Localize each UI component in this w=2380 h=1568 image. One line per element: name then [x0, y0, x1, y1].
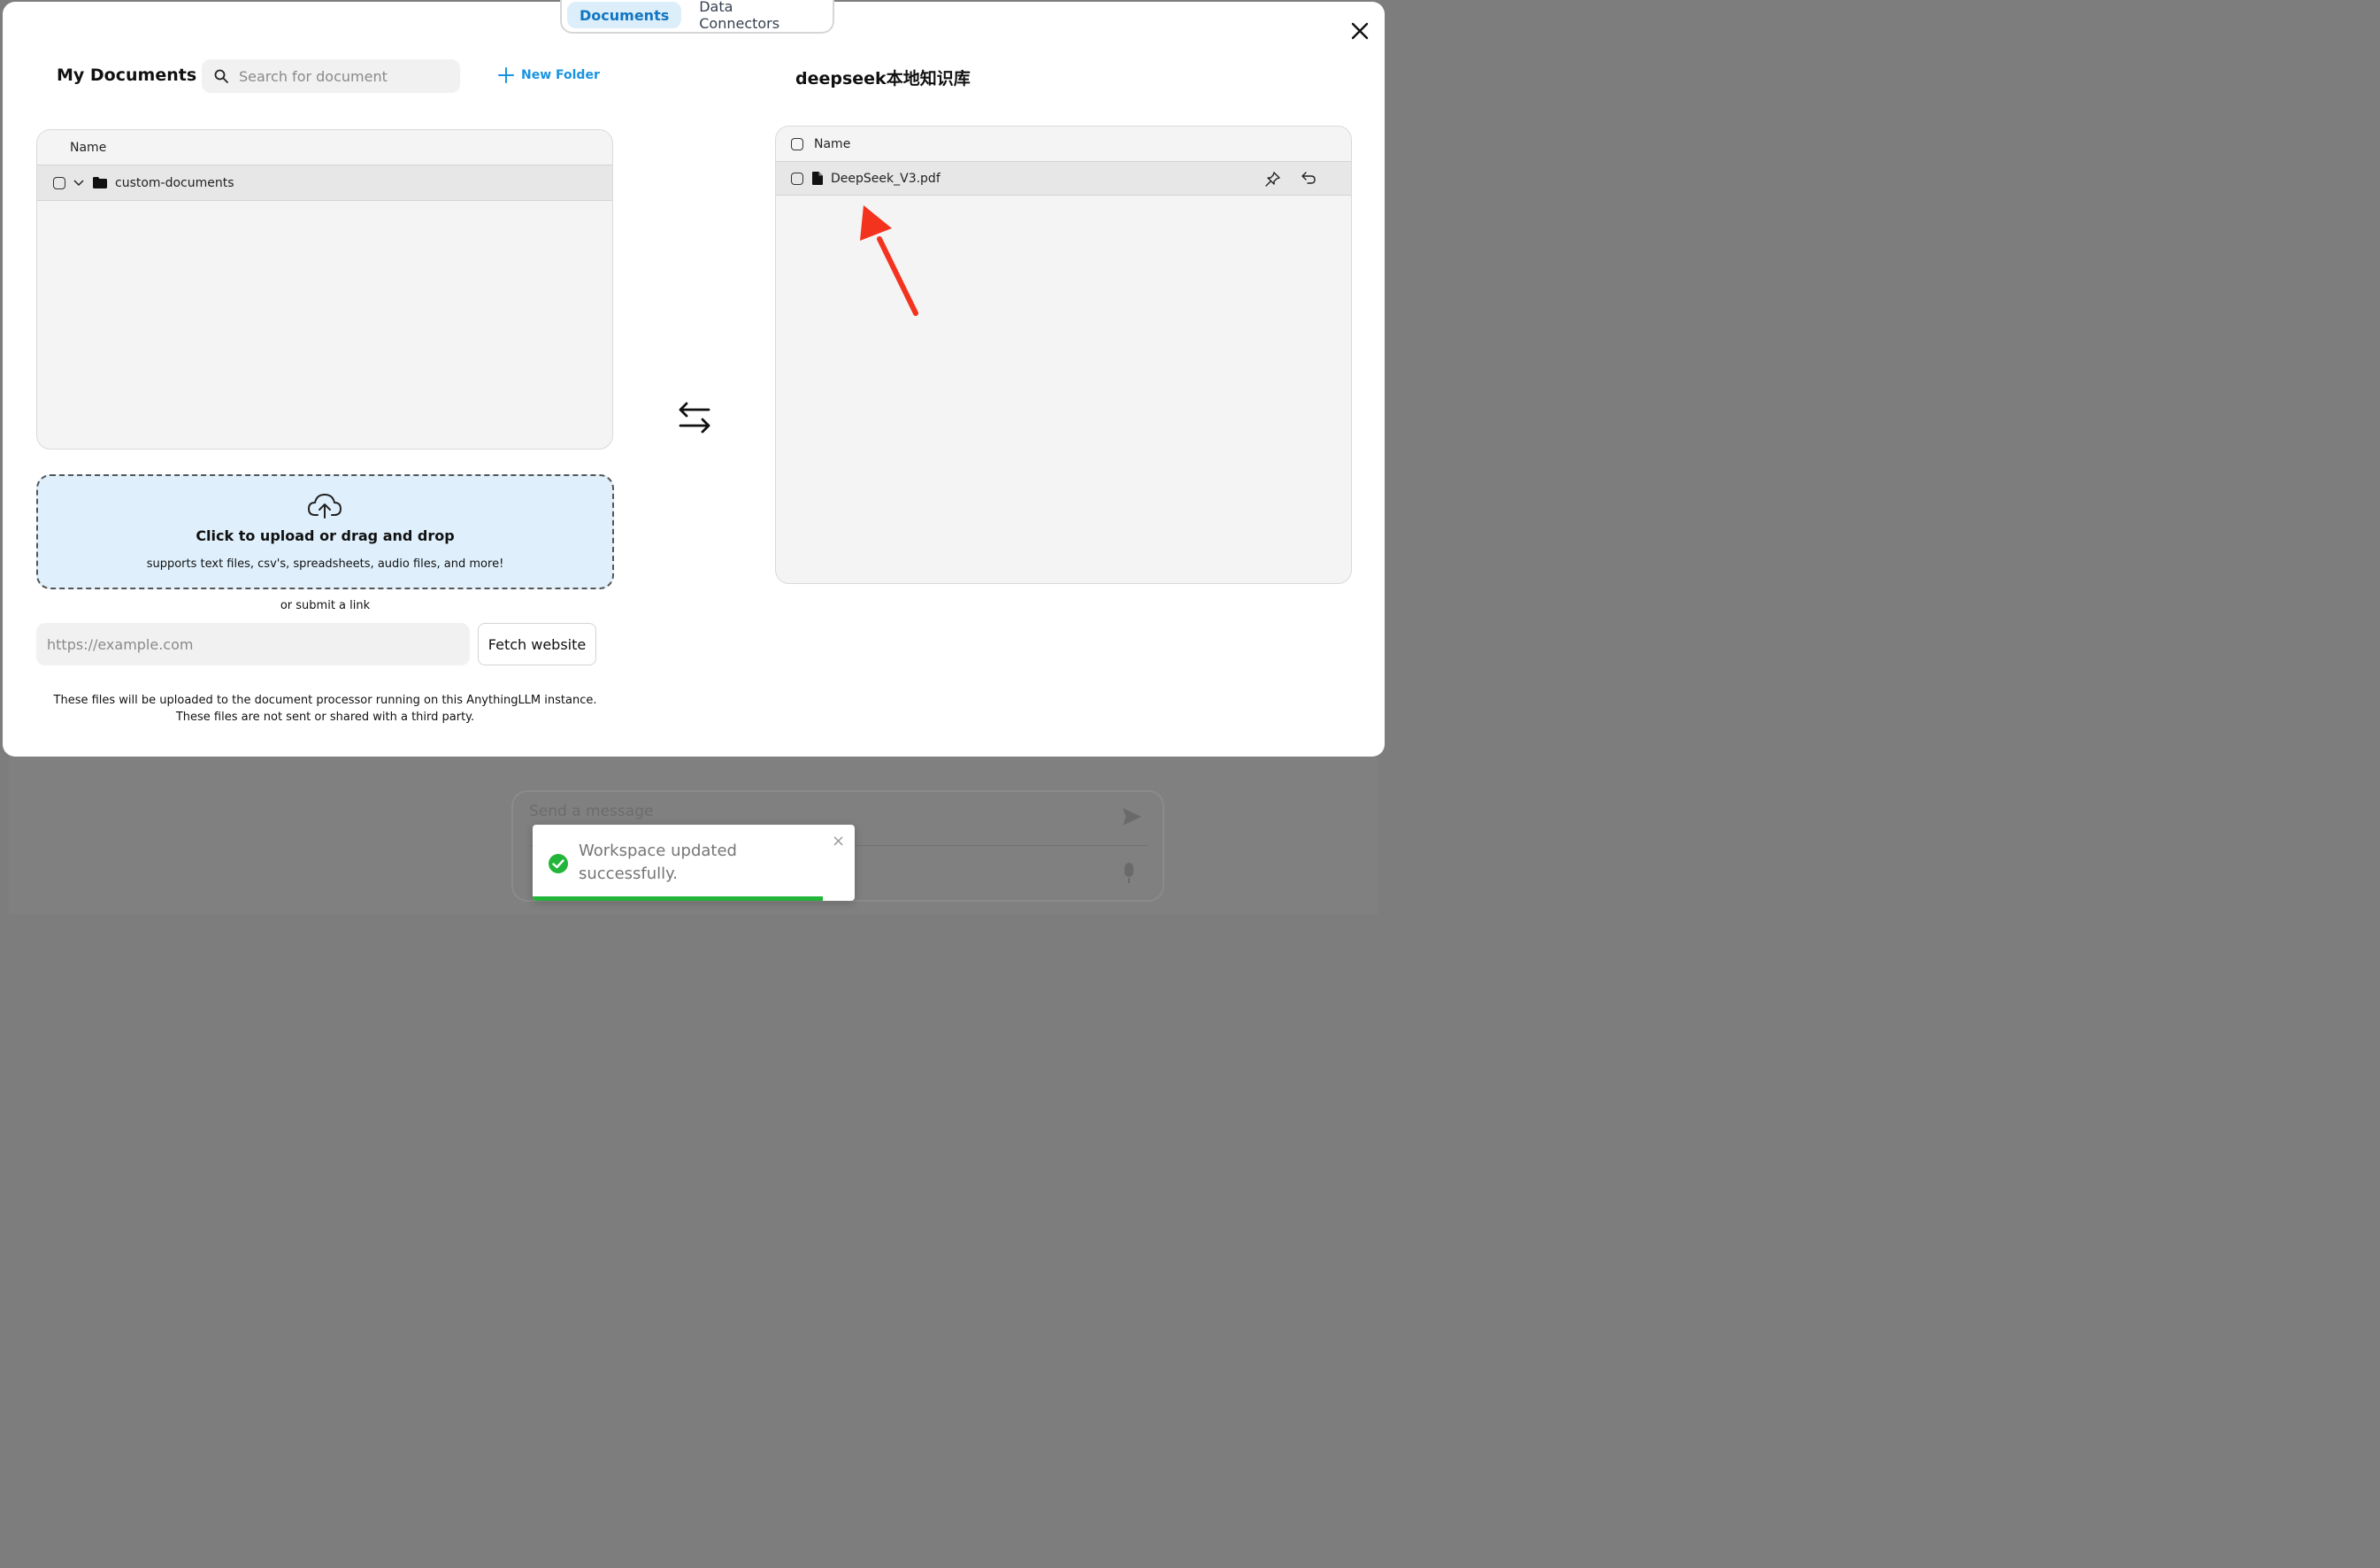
tab-data-connectors[interactable]: Data Connectors: [687, 0, 827, 32]
toast-message: Workspace updated successfully.: [579, 842, 737, 883]
file-row[interactable]: DeepSeek_V3.pdf: [776, 162, 1351, 196]
row-checkbox[interactable]: [53, 176, 65, 189]
row-checkbox[interactable]: [791, 172, 803, 185]
pin-icon[interactable]: [1265, 172, 1280, 187]
disclaimer-line-1: These files will be uploaded to the docu…: [53, 694, 597, 707]
upload-title: Click to upload or drag and drop: [196, 527, 455, 544]
undo-remove-icon[interactable]: [1301, 172, 1316, 185]
cloud-upload-icon: [308, 494, 342, 519]
upload-subtitle: supports text files, csv's, spreadsheets…: [146, 557, 504, 571]
table-header: Name: [776, 127, 1351, 162]
workspace-title: deepseek本地知识库: [795, 69, 971, 88]
composer-placeholder: Send a message: [529, 803, 654, 820]
documents-modal: Documents Data Connectors My Documents N…: [3, 0, 1385, 757]
toast-progress-bar: [533, 896, 823, 901]
file-name: DeepSeek_V3.pdf: [831, 171, 940, 186]
table-header: Name: [37, 130, 612, 165]
success-toast: Workspace updated successfully. ×: [533, 825, 855, 901]
search-icon: [214, 69, 228, 83]
toast-close-icon[interactable]: ×: [832, 834, 845, 849]
new-folder-label: New Folder: [521, 68, 600, 82]
select-all-checkbox[interactable]: [791, 137, 803, 150]
send-icon: [1123, 808, 1141, 826]
folder-icon: [93, 177, 107, 188]
modal-tabs: Documents Data Connectors: [560, 0, 834, 34]
link-url-input[interactable]: [36, 623, 470, 665]
plus-icon: [498, 67, 514, 83]
success-check-icon: [549, 854, 568, 873]
search-input[interactable]: [239, 67, 451, 85]
my-documents-panel: Name custom-documents: [36, 129, 613, 450]
my-documents-title: My Documents: [57, 65, 197, 85]
disclaimer-line-2: These files are not sent or shared with …: [175, 711, 475, 724]
folder-row[interactable]: custom-documents: [37, 165, 612, 201]
fetch-website-button[interactable]: Fetch website: [478, 623, 596, 665]
column-name-header: Name: [70, 140, 107, 155]
new-folder-button[interactable]: New Folder: [498, 67, 600, 83]
document-search: [202, 59, 460, 93]
folder-name: custom-documents: [115, 175, 234, 190]
transfer-arrows-icon: [679, 402, 710, 434]
toast-progress-track: [533, 896, 855, 901]
upload-disclaimer: These files will be uploaded to the docu…: [36, 692, 614, 726]
tab-documents[interactable]: Documents: [567, 2, 682, 28]
or-submit-link-label: or submit a link: [280, 599, 371, 612]
chevron-down-icon[interactable]: [73, 179, 85, 188]
column-name-header: Name: [814, 136, 851, 151]
workspace-documents-panel: Name DeepSeek_V3.pdf: [775, 126, 1352, 584]
close-icon[interactable]: [1350, 21, 1370, 41]
file-icon: [812, 172, 823, 185]
annotation-arrow: [860, 205, 918, 316]
upload-dropzone[interactable]: Click to upload or drag and drop support…: [36, 474, 614, 589]
microphone-icon: [1125, 863, 1133, 883]
